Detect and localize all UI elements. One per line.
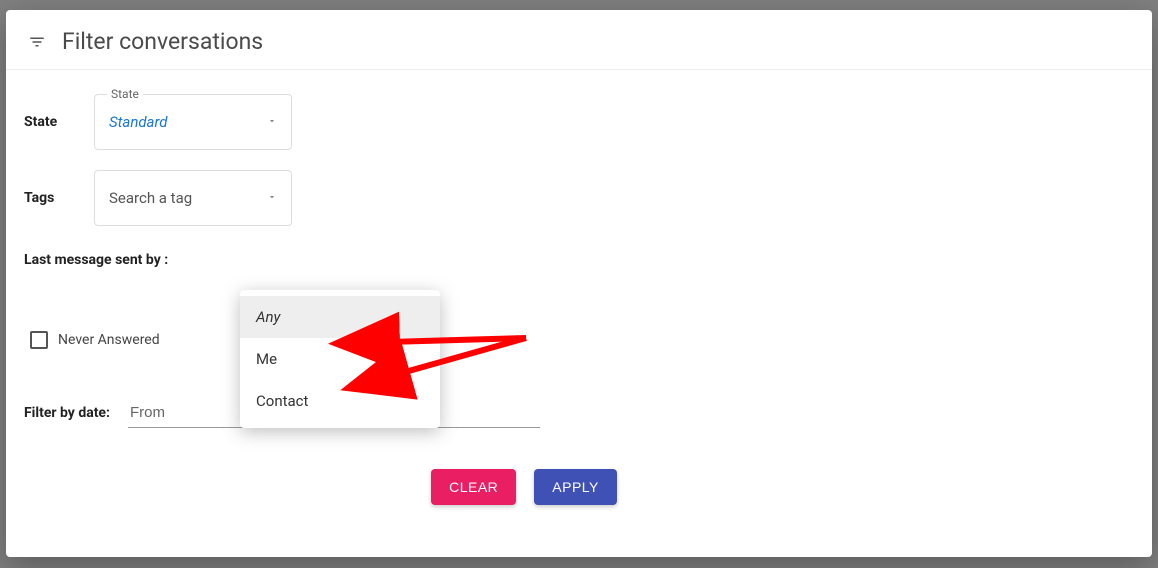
state-select-value: Standard <box>109 113 167 131</box>
clear-button[interactable]: CLEAR <box>431 469 516 505</box>
last-message-label: Last message sent by : <box>24 252 168 268</box>
state-select[interactable]: State Standard <box>94 94 292 150</box>
filter-dialog: Filter conversations State State Standar… <box>6 10 1152 557</box>
last-message-row: Last message sent by : <box>24 252 1134 308</box>
apply-button[interactable]: APPLY <box>534 469 617 505</box>
menu-item-contact[interactable]: Contact <box>240 380 440 422</box>
last-message-dropdown-menu: Any Me Contact <box>240 290 440 428</box>
state-label: State <box>24 114 94 130</box>
dropdown-icon <box>267 114 277 130</box>
tags-row: Tags Search a tag <box>24 170 1134 226</box>
never-answered-checkbox[interactable] <box>30 331 48 349</box>
dialog-header: Filter conversations <box>6 10 1152 70</box>
tags-select[interactable]: Search a tag <box>94 170 292 226</box>
tags-label: Tags <box>24 190 94 206</box>
filter-list-icon <box>28 33 46 51</box>
filter-date-row: Filter by date: <box>24 397 1134 429</box>
dialog-content: State State Standard Tags Search a tag L… <box>6 70 1152 505</box>
never-answered-label: Never Answered <box>58 332 160 348</box>
dropdown-icon <box>267 190 277 206</box>
dialog-title: Filter conversations <box>62 28 263 55</box>
filter-date-label: Filter by date: <box>24 405 110 421</box>
tags-placeholder: Search a tag <box>109 189 192 207</box>
menu-item-me[interactable]: Me <box>240 338 440 380</box>
state-floating-label: State <box>107 87 143 101</box>
state-row: State State Standard <box>24 94 1134 150</box>
never-answered-row: Never Answered <box>24 328 1134 352</box>
dialog-actions: CLEAR APPLY <box>404 469 644 505</box>
menu-item-any[interactable]: Any <box>240 296 440 338</box>
